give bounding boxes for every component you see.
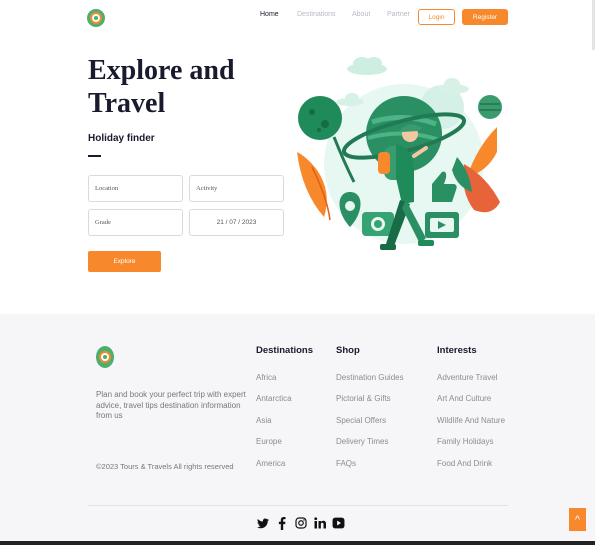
instagram-icon[interactable] [294, 517, 307, 530]
travel-illustration [297, 57, 502, 250]
copyright-text: ©2023 Tours & Travels All rights reserve… [96, 462, 234, 471]
logo-dot [103, 355, 107, 359]
hero-title-line2: Travel [88, 88, 166, 119]
holiday-finder-title: Holiday finder [88, 133, 155, 144]
footer-link-asia[interactable]: Asia [256, 416, 272, 425]
footer-link-family-holidays[interactable]: Family Holidays [437, 437, 493, 446]
header: Home Destinations About Partner Login Re… [0, 0, 595, 36]
footer-about-text: Plan and book your perfect trip with exp… [96, 390, 246, 420]
footer-divider [88, 505, 508, 506]
explore-button[interactable]: Explore [88, 251, 161, 272]
nav-destinations[interactable]: Destinations [297, 11, 336, 18]
logo-dot [94, 16, 98, 20]
login-button[interactable]: Login [418, 9, 455, 25]
footer-link-america[interactable]: America [256, 459, 285, 468]
footer-link-food-drink[interactable]: Food And Drink [437, 459, 492, 468]
cloud-icon [336, 93, 364, 106]
nav-partner[interactable]: Partner [387, 11, 410, 18]
footer-link-pictorial-gifts[interactable]: Pictorial & Gifts [336, 394, 391, 403]
small-planet-icon [478, 95, 502, 119]
location-field[interactable]: Location [88, 175, 183, 202]
footer-link-africa[interactable]: Africa [256, 373, 276, 382]
footer-logo[interactable] [96, 346, 114, 368]
date-field[interactable]: 21 / 07 / 2023 [189, 209, 284, 236]
twitter-icon[interactable] [256, 517, 269, 530]
destinations-heading: Destinations [256, 345, 314, 356]
hero-title-line1: Explore and [88, 55, 235, 86]
activity-field[interactable]: Activity [189, 175, 284, 202]
nav-home[interactable]: Home [260, 11, 279, 18]
footer-link-destination-guides[interactable]: Destination Guides [336, 373, 404, 382]
linkedin-icon[interactable] [313, 517, 326, 530]
cloud-icon [435, 78, 469, 94]
footer-link-wildlife-nature[interactable]: Wildlife And Nature [437, 416, 505, 425]
nav-about[interactable]: About [352, 11, 370, 18]
grade-field[interactable]: Grade [88, 209, 183, 236]
bottom-edge [0, 541, 595, 545]
back-to-top-button[interactable]: ^ [569, 508, 586, 531]
shop-heading: Shop [336, 345, 360, 356]
finder-underline [88, 155, 101, 157]
caret-up-icon: ^ [574, 513, 581, 526]
cloud-icon [347, 57, 387, 75]
footer-link-art-culture[interactable]: Art And Culture [437, 394, 491, 403]
logo[interactable] [87, 9, 105, 27]
facebook-icon[interactable] [275, 516, 288, 530]
interests-heading: Interests [437, 345, 477, 356]
footer-link-adventure-travel[interactable]: Adventure Travel [437, 373, 497, 382]
footer-link-faqs[interactable]: FAQs [336, 459, 356, 468]
footer-link-europe[interactable]: Europe [256, 437, 282, 446]
footer-link-special-offers[interactable]: Special Offers [336, 416, 386, 425]
register-button[interactable]: Register [462, 9, 508, 25]
social-links [256, 516, 345, 530]
leaf-icon [297, 152, 327, 217]
small-planet-icon [298, 96, 342, 140]
hero-title: Explore and Travel [88, 54, 288, 120]
footer-link-antarctica[interactable]: Antarctica [256, 394, 292, 403]
youtube-icon[interactable] [332, 517, 345, 530]
footer-link-delivery-times[interactable]: Delivery Times [336, 437, 388, 446]
